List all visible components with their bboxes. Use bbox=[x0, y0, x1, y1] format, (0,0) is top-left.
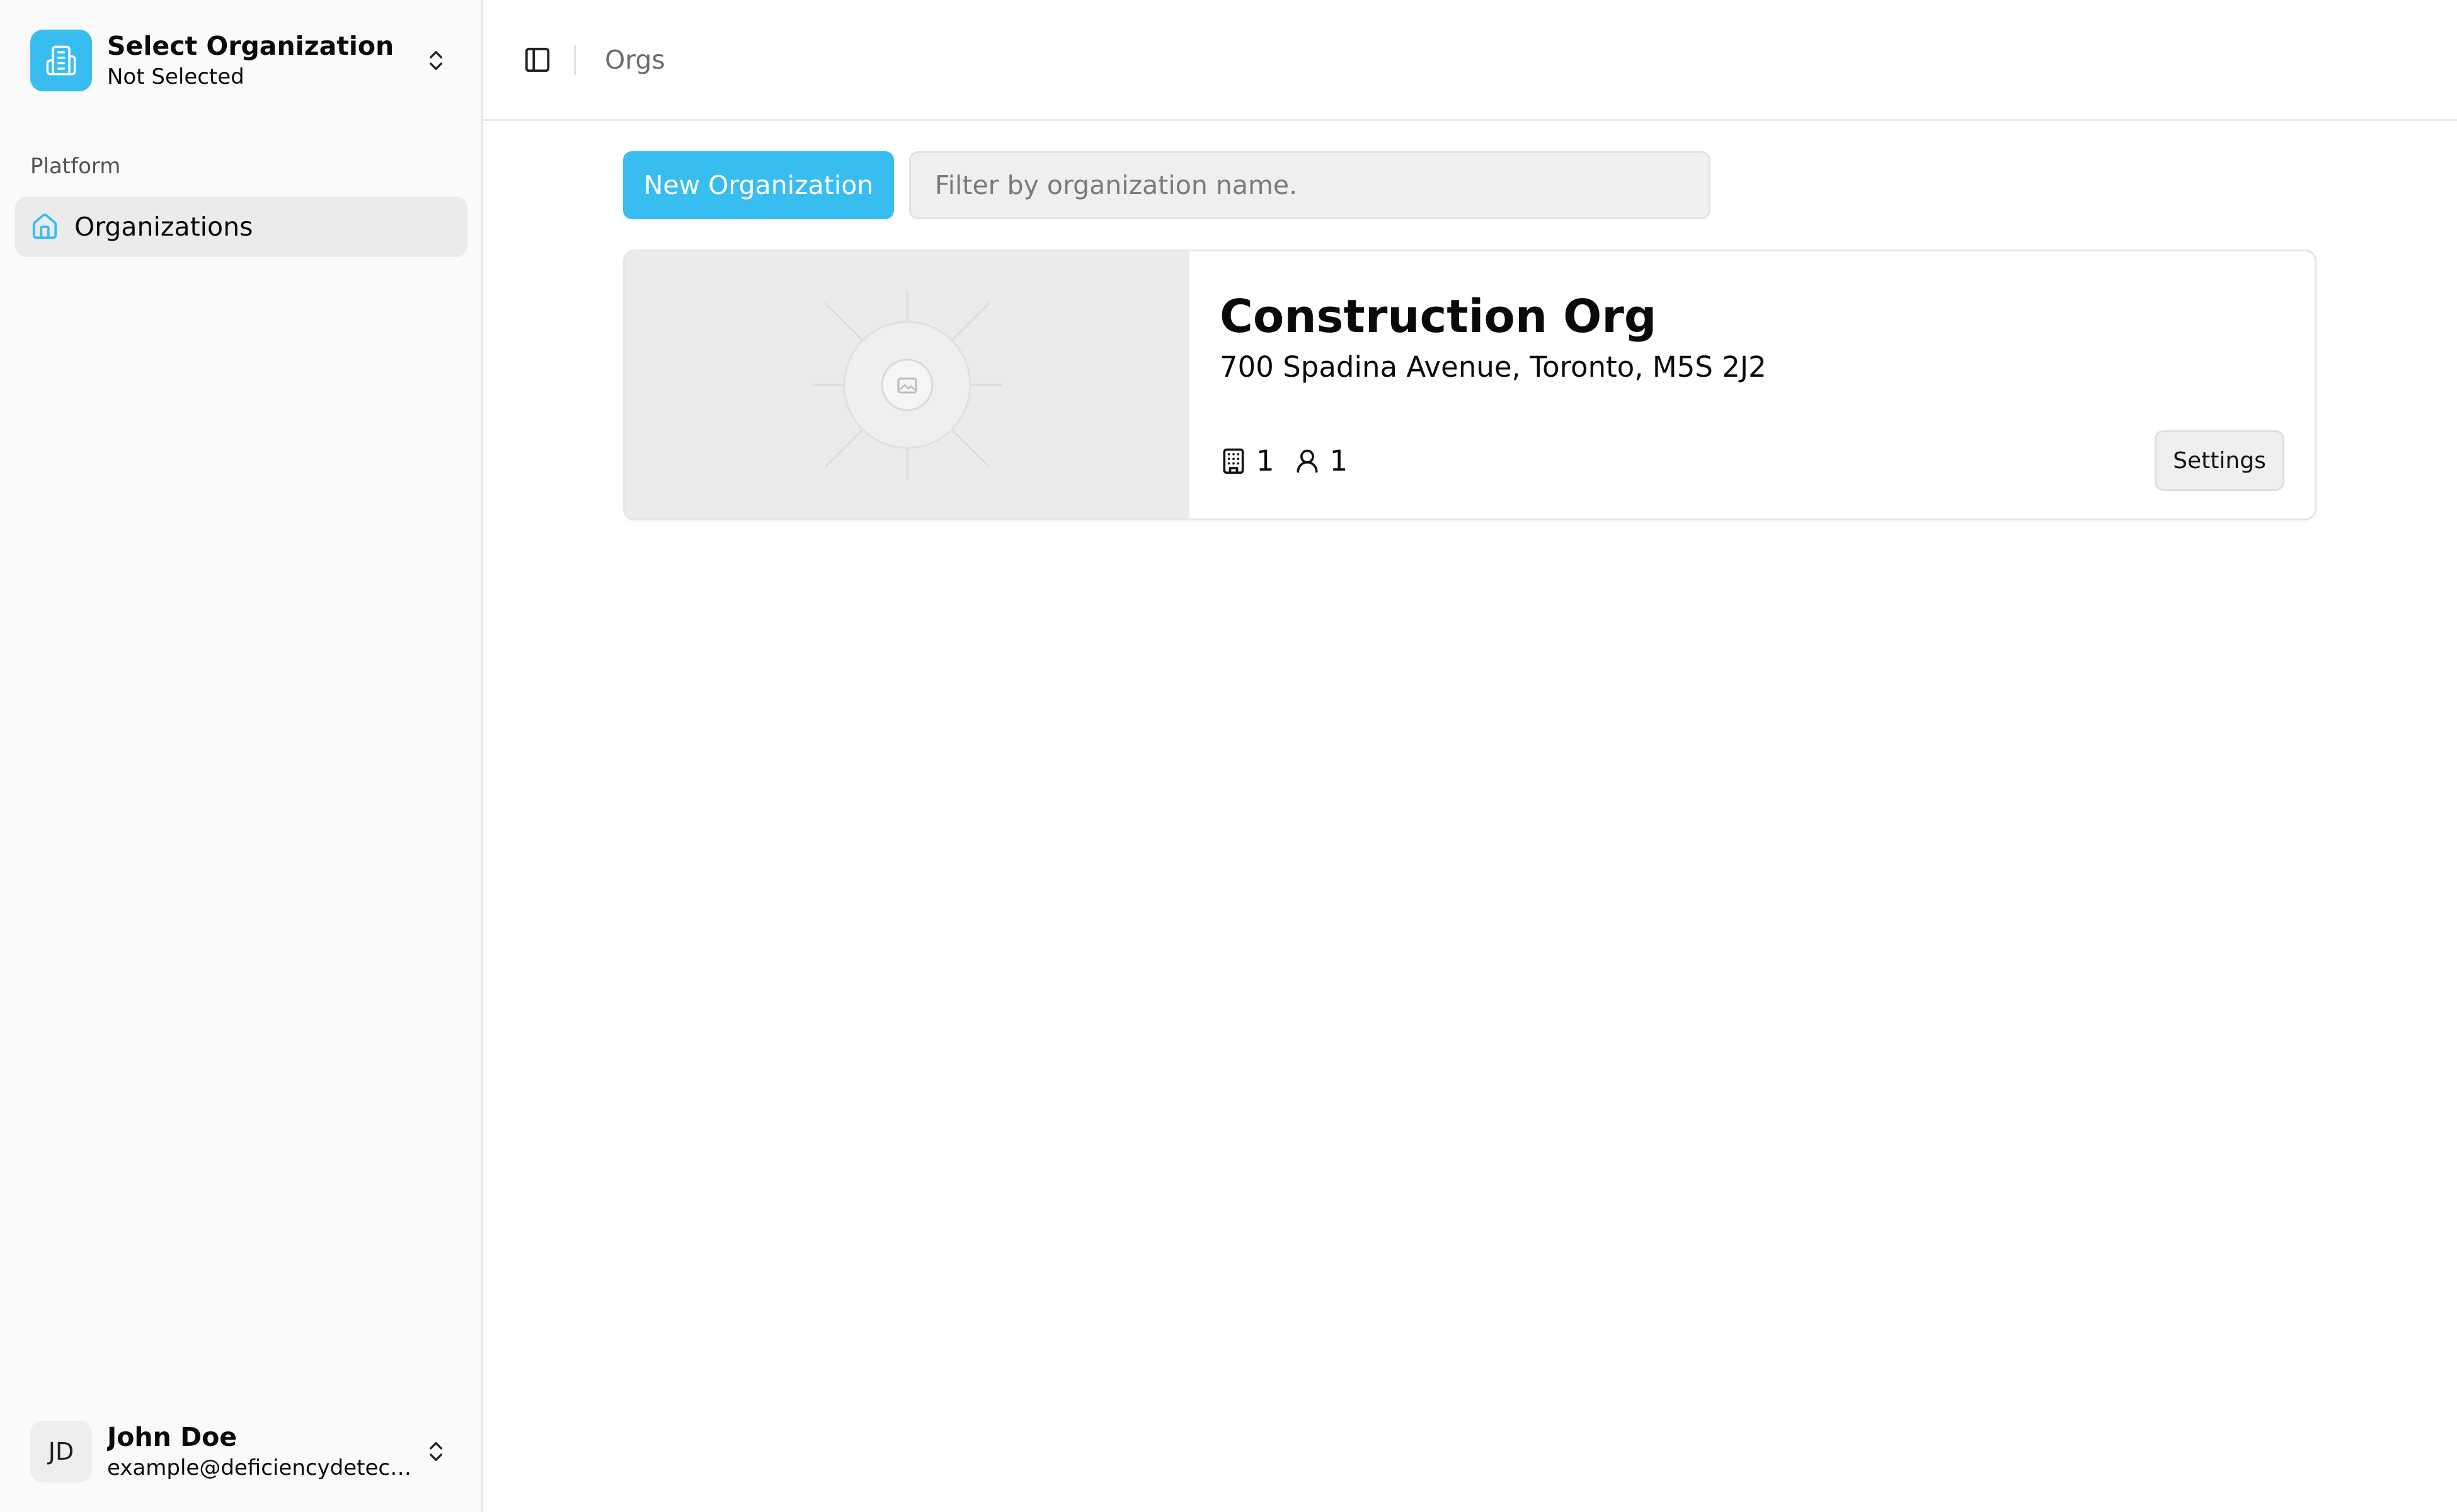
organization-subtitle: Not Selected bbox=[107, 64, 244, 89]
organization-card-body: Construction Org 700 Spadina Avenue, Tor… bbox=[1189, 251, 2315, 518]
chevrons-up-down-icon bbox=[420, 44, 452, 77]
image-placeholder bbox=[625, 251, 1189, 518]
home-icon bbox=[30, 212, 59, 241]
user-menu[interactable]: JD John Doe example@deficiencydetect.... bbox=[15, 1406, 467, 1497]
nav-group-label: Platform bbox=[30, 154, 121, 179]
topbar: Orgs bbox=[483, 0, 2457, 121]
organization-name: Construction Org bbox=[1220, 290, 1657, 343]
organizations-toolbar: New Organization bbox=[623, 151, 1710, 219]
sidebar: Select Organization Not Selected Platfor… bbox=[0, 0, 483, 1512]
organization-switcher[interactable]: Select Organization Not Selected bbox=[15, 15, 467, 106]
organization-switcher-text: Select Organization Not Selected bbox=[107, 30, 420, 91]
organization-settings-button[interactable]: Settings bbox=[2155, 430, 2284, 491]
panel-left-icon bbox=[525, 47, 550, 72]
main-content: Orgs New Organization Filter by organiza… bbox=[483, 0, 2457, 1512]
organization-filter-input[interactable] bbox=[909, 151, 1710, 219]
building-icon bbox=[30, 30, 92, 91]
building-icon bbox=[1223, 448, 1244, 474]
user-name: John Doe bbox=[107, 1422, 238, 1452]
avatar: JD bbox=[30, 1421, 92, 1482]
buildings-count: 1 bbox=[1256, 444, 1274, 478]
breadcrumb[interactable]: Orgs bbox=[605, 45, 665, 75]
topbar-divider bbox=[574, 44, 576, 75]
app-root: Select Organization Not Selected Platfor… bbox=[0, 0, 2457, 1512]
sidebar-item-label: Organizations bbox=[74, 212, 253, 242]
organization-address: 700 Spadina Avenue, Toronto, M5S 2J2 bbox=[1220, 350, 1767, 384]
new-organization-button[interactable]: New Organization bbox=[623, 151, 894, 219]
buildings-stat: 1 bbox=[1220, 444, 1274, 478]
members-count: 1 bbox=[1329, 444, 1348, 478]
user-info: John Doe example@deficiencydetect.... bbox=[107, 1421, 420, 1482]
image-placeholder-icon bbox=[813, 290, 1002, 479]
organization-stats: 1 1 bbox=[1220, 444, 1366, 478]
user-email: example@deficiencydetect.... bbox=[107, 1455, 420, 1480]
organization-title: Select Organization bbox=[107, 31, 394, 61]
sidebar-toggle-button[interactable] bbox=[518, 41, 556, 79]
members-stat: 1 bbox=[1293, 444, 1348, 478]
organization-card[interactable]: Construction Org 700 Spadina Avenue, Tor… bbox=[623, 249, 2317, 520]
sidebar-item-organizations[interactable]: Organizations bbox=[15, 197, 467, 257]
user-icon bbox=[1297, 449, 1318, 472]
chevrons-up-down-icon bbox=[420, 1435, 452, 1468]
